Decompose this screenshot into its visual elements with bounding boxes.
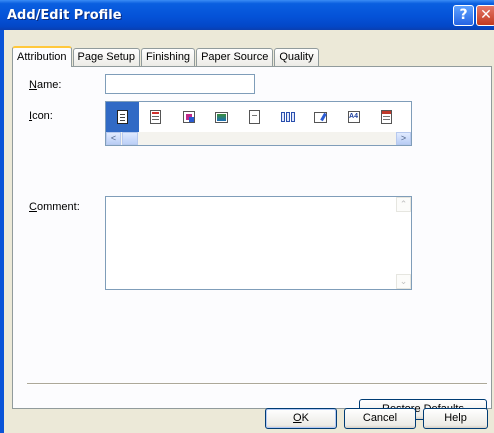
dialog-client-area: Attribution Page Setup Finishing Paper S…: [4, 30, 494, 433]
ok-button[interactable]: OK: [265, 408, 337, 429]
name-label: Name:: [29, 79, 61, 91]
tab-finishing[interactable]: Finishing: [141, 48, 196, 66]
comment-field[interactable]: ⌃ ⌄: [105, 196, 412, 290]
tab-paper-source[interactable]: Paper Source: [196, 48, 274, 66]
tab-attribution[interactable]: Attribution: [12, 46, 72, 67]
multi-page-document-icon: [280, 112, 295, 122]
icon-label-text: con:: [32, 110, 53, 122]
comment-vertical-scrollbar[interactable]: ⌃ ⌄: [396, 197, 411, 289]
calendar-document-icon: [381, 110, 392, 124]
panel-separator: [27, 383, 487, 385]
standard-document-icon: [117, 110, 128, 124]
icon-option-a4[interactable]: A4: [337, 102, 370, 132]
help-icon[interactable]: ?: [453, 5, 474, 26]
ok-mnemonic: O: [293, 412, 302, 424]
icon-option-edit[interactable]: [304, 102, 337, 132]
comment-label-text: omment:: [36, 201, 80, 213]
icon-picker[interactable]: A4 < >: [105, 101, 412, 146]
color-document-icon: [150, 110, 161, 124]
name-label-mnemonic: N: [29, 79, 37, 91]
icon-list: A4: [106, 102, 403, 132]
help-button[interactable]: Help: [423, 408, 488, 429]
icon-option-photo[interactable]: [205, 102, 238, 132]
scroll-right-button[interactable]: >: [396, 132, 411, 145]
icon-option-calendar[interactable]: [370, 102, 403, 132]
ok-label: K: [301, 412, 309, 424]
a4-document-icon: A4: [347, 111, 360, 123]
edit-document-icon: [314, 111, 327, 123]
icon-option-booklet[interactable]: [172, 102, 205, 132]
close-icon[interactable]: ✕: [476, 5, 494, 26]
tab-quality[interactable]: Quality: [274, 48, 319, 66]
name-field[interactable]: [105, 74, 255, 94]
icon-option-multi-page[interactable]: [271, 102, 304, 132]
plain-document-icon: [249, 110, 260, 124]
tab-page-setup[interactable]: Page Setup: [72, 48, 141, 66]
icon-horizontal-scrollbar[interactable]: < >: [106, 132, 411, 145]
booklet-document-icon: [182, 111, 195, 123]
icon-label: Icon:: [29, 110, 53, 122]
comment-label-mnemonic: C: [29, 201, 37, 213]
photo-document-icon: [215, 111, 228, 123]
title-bar[interactable]: Add/Edit Profile ? ✕: [0, 0, 494, 30]
tab-strip: Attribution Page Setup Finishing Paper S…: [12, 46, 320, 67]
name-label-text: ame:: [36, 79, 62, 91]
attribution-panel: Name: Icon: A4 < > Comment: ⌃ ⌄: [12, 66, 492, 420]
icon-option-plain[interactable]: [238, 102, 271, 132]
scroll-down-button[interactable]: ⌄: [396, 274, 411, 289]
scroll-thumb[interactable]: [122, 132, 138, 145]
dialog-window: Add/Edit Profile ? ✕ Attribution Page Se…: [0, 0, 494, 433]
icon-option-color[interactable]: [139, 102, 172, 132]
comment-label: Comment:: [29, 201, 80, 213]
scroll-left-button[interactable]: <: [106, 132, 121, 145]
icon-option-standard[interactable]: [106, 102, 139, 132]
scroll-up-button[interactable]: ⌃: [396, 197, 411, 212]
window-title: Add/Edit Profile: [7, 8, 122, 23]
cancel-button[interactable]: Cancel: [344, 408, 416, 429]
